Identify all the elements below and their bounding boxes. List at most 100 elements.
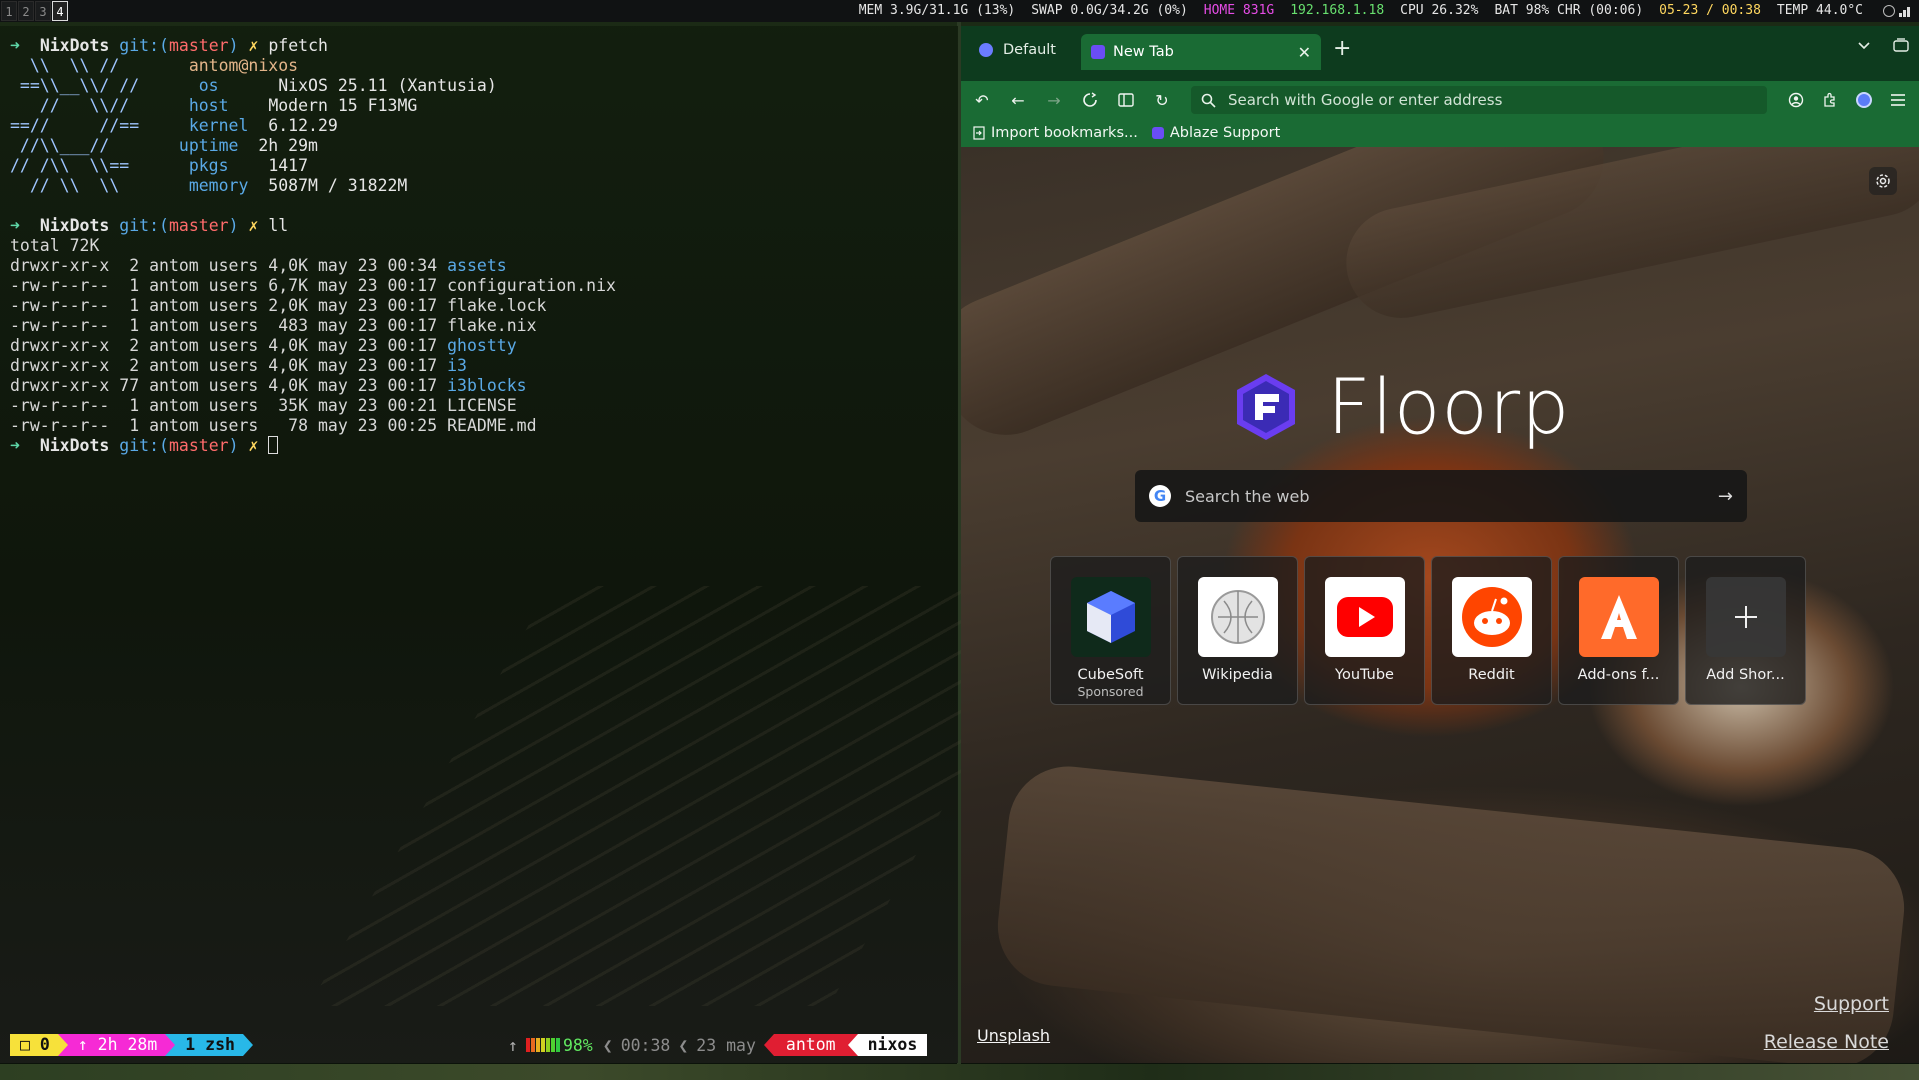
- ls-name: flake.nix: [447, 316, 537, 335]
- ls-row: -rw-r--r-- 1 antom users 78 may 23 00:25…: [10, 416, 958, 436]
- ls-meta: -rw-r--r-- 1 antom users 2,0K may 23 00:…: [10, 296, 448, 315]
- tray-icon[interactable]: [1883, 5, 1895, 17]
- prompt-line: ➜ NixDots git:(master) ✗ pfetch: [10, 36, 958, 56]
- back-button-icon[interactable]: ←: [1005, 87, 1031, 113]
- web-search-box[interactable]: G →: [1135, 470, 1747, 522]
- brand-name: Floorp: [1327, 362, 1571, 451]
- address-bar[interactable]: [1191, 86, 1767, 114]
- sponsored-label: Sponsored: [1077, 684, 1144, 699]
- terminal-window[interactable]: ➜ NixDots git:(master) ✗ pfetch \\ \\ //…: [0, 26, 1072, 1063]
- ls-name: LICENSE: [447, 396, 517, 415]
- new-tab-button[interactable]: +: [1333, 36, 1351, 61]
- tab-new-tab[interactable]: New Tab ✕: [1081, 34, 1321, 70]
- shortcut-add[interactable]: Add Shor...: [1685, 556, 1806, 705]
- plus-icon: [1705, 577, 1786, 657]
- shortcut-label: Reddit: [1468, 667, 1515, 683]
- workspace-3[interactable]: 3: [35, 1, 51, 21]
- workspace-icon: [979, 43, 993, 57]
- tmux-status-left: □ 0 ↑ 2h 28m 1 zsh: [10, 1034, 253, 1056]
- nix-logo-line: // \\ \\: [10, 176, 140, 195]
- window-segment[interactable]: 1 zsh: [175, 1034, 243, 1056]
- reload-icon[interactable]: ↻: [1149, 87, 1175, 113]
- prompt-branch: master: [168, 216, 229, 235]
- i3blocks: MEM 3.9G/31.1G (13%) SWAP 0.0G/34.2G (0%…: [859, 0, 1913, 22]
- pfetch-row: \\ \\ // antom@nixos: [10, 56, 958, 76]
- ls-meta: drwxr-xr-x 2 antom users 4,0K may 23 00:…: [10, 336, 448, 355]
- tab-default[interactable]: Default: [971, 34, 1064, 66]
- wikipedia-icon: [1197, 577, 1278, 657]
- shortcut-reddit[interactable]: Reddit: [1431, 556, 1552, 705]
- top-sites: CubeSoft Sponsored Wikipedia YouTube Red…: [1050, 556, 1806, 705]
- pfetch-value: 2h 29m: [258, 136, 318, 155]
- prompt-line: ➜ NixDots git:(master) ✗ ll: [10, 216, 958, 236]
- prompt-git-close: ): [228, 216, 239, 235]
- menu-hamburger-icon[interactable]: [1885, 87, 1911, 113]
- pfetch-value: 1417: [268, 156, 309, 175]
- shortcut-addons[interactable]: Add-ons f...: [1558, 556, 1679, 705]
- undo-close-tab-icon[interactable]: ↶: [969, 87, 995, 113]
- bookmark-ablaze-support[interactable]: Ablaze Support: [1151, 125, 1280, 141]
- session-segment[interactable]: □ 0: [10, 1034, 58, 1056]
- time-text: 00:38: [620, 1035, 671, 1055]
- ls-name: ghostty: [447, 336, 517, 355]
- chevron-down-icon[interactable]: [1857, 38, 1871, 52]
- mem-block: MEM 3.9G/31.1G (13%): [858, 3, 1016, 18]
- forward-button-icon[interactable]: →: [1041, 87, 1067, 113]
- nix-logo-line: //\\___//: [10, 136, 130, 155]
- tab-manager-icon[interactable]: [1893, 38, 1909, 52]
- wifi-signal-icon[interactable]: [1899, 5, 1913, 17]
- search-submit-arrow-icon[interactable]: →: [1718, 486, 1733, 507]
- shortcut-wikipedia[interactable]: Wikipedia: [1177, 556, 1298, 705]
- customize-gear-icon[interactable]: [1869, 167, 1897, 195]
- bookmark-import[interactable]: Import bookmarks...: [973, 125, 1138, 141]
- prompt-branch: master: [168, 36, 229, 55]
- prompt-arrow: ➜: [10, 436, 20, 455]
- web-search-input[interactable]: [1185, 486, 1704, 506]
- nix-logo-line: ==// //==: [10, 116, 140, 135]
- account-icon[interactable]: [1783, 87, 1809, 113]
- wallpaper-strip: [0, 1064, 1919, 1080]
- extensions-icon[interactable]: [1817, 87, 1843, 113]
- command-text: ll: [268, 216, 289, 235]
- sync-icon[interactable]: [1077, 87, 1103, 113]
- ls-meta: drwxr-xr-x 77 antom users 4,0K may 23 00…: [10, 376, 448, 395]
- ls-meta: -rw-r--r-- 1 antom users 78 may 23 00:25: [10, 416, 448, 435]
- prompt-git: git:(: [119, 36, 169, 55]
- shortcut-label: Add Shor...: [1706, 667, 1785, 683]
- ls-row: drwxr-xr-x 2 antom users 4,0K may 23 00:…: [10, 256, 958, 276]
- google-icon: G: [1149, 485, 1171, 507]
- shortcut-label: CubeSoft: [1077, 667, 1144, 683]
- ls-name: i3blocks: [447, 376, 527, 395]
- ls-row: drwxr-xr-x 2 antom users 4,0K may 23 00:…: [10, 336, 958, 356]
- workspace-2[interactable]: 2: [18, 1, 34, 21]
- profile-avatar-icon[interactable]: [1851, 87, 1877, 113]
- uptime-segment: ↑ 2h 28m: [67, 1034, 166, 1056]
- shortcut-label: Add-ons f...: [1577, 667, 1660, 683]
- floorp-logo-icon: [1237, 373, 1295, 440]
- pfetch-value: NixOS 25.11 (Xantusia): [278, 76, 497, 95]
- user-segment: antom: [773, 1034, 848, 1056]
- powerline-separator: [847, 1034, 858, 1056]
- cubesoft-icon: [1070, 577, 1151, 657]
- floorp-favicon-icon: [1151, 127, 1164, 139]
- shortcut-cubesoft[interactable]: CubeSoft Sponsored: [1050, 556, 1171, 705]
- workspace-1[interactable]: 1: [1, 1, 17, 21]
- pfetch-key: uptime: [178, 136, 239, 155]
- pfetch-title: antom@nixos: [188, 56, 299, 75]
- close-tab-icon[interactable]: ✕: [1298, 43, 1311, 62]
- ls-meta: -rw-r--r-- 1 antom users 35K may 23 00:2…: [10, 396, 448, 415]
- ls-meta: drwxr-xr-x 2 antom users 4,0K may 23 00:…: [10, 356, 448, 375]
- sidebar-toggle-icon[interactable]: [1113, 87, 1139, 113]
- separator-icon: ❮: [678, 1035, 689, 1055]
- text-cursor[interactable]: [268, 436, 279, 454]
- workspace-4[interactable]: 4: [52, 1, 68, 21]
- url-input[interactable]: [1228, 91, 1757, 109]
- support-link[interactable]: Support: [1814, 993, 1889, 1015]
- prompt-dir: NixDots: [39, 36, 110, 55]
- prompt-dir: NixDots: [39, 216, 110, 235]
- ip-block: 192.168.1.18: [1290, 3, 1385, 18]
- prompt-line[interactable]: ➜ NixDots git:(master) ✗: [10, 436, 958, 456]
- prompt-branch: master: [168, 436, 229, 455]
- shortcut-youtube[interactable]: YouTube: [1304, 556, 1425, 705]
